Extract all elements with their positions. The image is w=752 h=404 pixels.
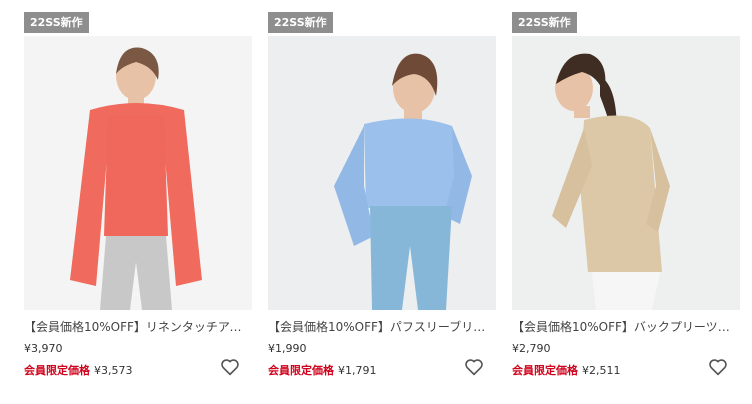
product-image[interactable]: [24, 36, 252, 310]
member-price-row: 会員限定価格 ¥1,791: [268, 362, 377, 378]
favorite-heart-icon[interactable]: [708, 358, 728, 376]
member-price-label: 会員限定価格: [24, 364, 90, 377]
product-price: ¥3,970: [24, 342, 63, 355]
product-photo-icon: [24, 36, 252, 310]
member-price: ¥2,511: [582, 364, 621, 377]
product-image[interactable]: [512, 36, 740, 310]
product-image[interactable]: [268, 36, 496, 310]
favorite-heart-icon[interactable]: [220, 358, 240, 376]
new-badge: 22SS新作: [24, 12, 89, 33]
member-price-row: 会員限定価格 ¥2,511: [512, 362, 621, 378]
member-price-label: 会員限定価格: [512, 364, 578, 377]
member-price-row: 会員限定価格 ¥3,573: [24, 362, 133, 378]
new-badge: 22SS新作: [268, 12, 333, 33]
member-price-label: 会員限定価格: [268, 364, 334, 377]
product-title[interactable]: 【会員価格10%OFF】パフスリーブリブニット: [268, 318, 496, 335]
product-photo-icon: [512, 36, 740, 310]
product-price: ¥2,790: [512, 342, 551, 355]
product-title[interactable]: 【会員価格10%OFF】バックプリーツニット: [512, 318, 740, 335]
member-price: ¥1,791: [338, 364, 377, 377]
product-title[interactable]: 【会員価格10%OFF】リネンタッチアンサンブル: [24, 318, 252, 335]
new-badge: 22SS新作: [512, 12, 577, 33]
favorite-heart-icon[interactable]: [464, 358, 484, 376]
product-price: ¥1,990: [268, 342, 307, 355]
product-photo-icon: [268, 36, 496, 310]
member-price: ¥3,573: [94, 364, 133, 377]
